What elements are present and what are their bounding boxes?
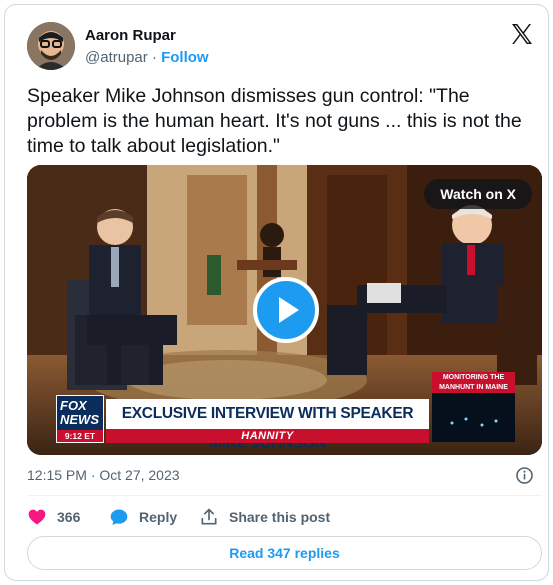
avatar[interactable] (27, 22, 75, 70)
divider (27, 495, 542, 496)
author-handle-line: @atrupar · Follow (85, 49, 209, 66)
like-count: 366 (57, 509, 81, 525)
network-time: 9:12 ET (57, 430, 103, 442)
tweet-card: Aaron Rupar @atrupar · Follow Speaker Mi… (4, 4, 549, 581)
share-label: Share this post (229, 509, 331, 525)
like-button[interactable]: 366 (27, 507, 80, 527)
tweet-timestamp[interactable]: 12:15 PM · Oct 27, 2023 (27, 467, 180, 483)
network-logo-line1: FOX (60, 398, 87, 413)
read-replies-button[interactable]: Read 347 replies (27, 536, 542, 570)
follow-button[interactable]: Follow (161, 49, 209, 66)
play-button[interactable] (253, 277, 319, 343)
info-icon[interactable] (515, 466, 534, 485)
x-logo-icon[interactable] (510, 22, 534, 46)
share-button[interactable]: Share this post (199, 507, 330, 527)
side-news-label: MONITORING THE MANHUNT IN MAINE (432, 372, 515, 393)
author-name[interactable]: Aaron Rupar (85, 27, 176, 44)
play-icon (279, 297, 299, 323)
reply-icon (110, 509, 128, 525)
share-icon (201, 508, 217, 525)
network-logo: FOX NEWS 9:12 ET (56, 395, 104, 443)
network-logo-line2: NEWS (60, 412, 99, 427)
avatar-image (27, 22, 75, 70)
author-handle[interactable]: @atrupar (85, 49, 148, 66)
reply-label: Reply (139, 509, 178, 525)
watch-on-x-button[interactable]: Watch on X (424, 179, 532, 209)
tweet-text: Speaker Mike Johnson dismisses gun contr… (27, 85, 522, 157)
side-news-box: MONITORING THE MANHUNT IN MAINE (432, 372, 515, 442)
chyron-headline: EXCLUSIVE INTERVIEW WITH SPEAKER MIKE JO… (106, 399, 429, 452)
side-news-image (432, 393, 515, 442)
handle-separator: · (151, 49, 157, 66)
video-player[interactable]: Watch on X FOX NEWS 9:12 ET EXCLUSIVE IN… (27, 165, 542, 455)
chyron-show-name: HANNITY (106, 429, 429, 443)
heart-icon (28, 509, 46, 525)
reply-button[interactable]: Reply (109, 507, 177, 527)
